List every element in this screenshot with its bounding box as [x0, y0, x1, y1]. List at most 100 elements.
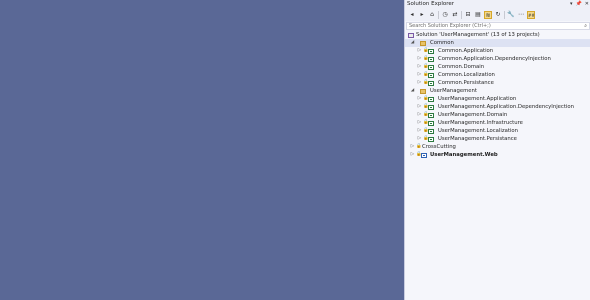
project-label: Common.Application.DependencyInjection: [438, 56, 551, 62]
csharp-project-icon: [428, 48, 434, 54]
folder-icon: [420, 40, 426, 46]
collapsed-arrow-icon[interactable]: ▷: [417, 47, 422, 55]
folder-common[interactable]: ◢ Common: [405, 39, 590, 47]
project-label: UserManagement.Application.DependencyInj…: [438, 104, 574, 110]
folder-crosscutting[interactable]: ▷ 🔒 CrossCutting: [405, 143, 590, 151]
home-icon[interactable]: ⌂: [428, 11, 436, 19]
back-icon[interactable]: ◂: [408, 11, 416, 19]
project-label: UserManagement.Infrastructure: [438, 120, 523, 126]
project-node[interactable]: ▷ 🔒 Common.Domain: [405, 63, 590, 71]
menu-icon[interactable]: ▾: [570, 0, 573, 9]
lock-icon: 🔒: [423, 56, 429, 61]
collapsed-arrow-icon[interactable]: ▷: [417, 79, 422, 87]
toolbar-divider: [461, 11, 462, 19]
project-node[interactable]: ▷ 🔒 Common.Application.DependencyInjecti…: [405, 55, 590, 63]
expanded-arrow-icon[interactable]: ◢: [410, 39, 415, 47]
view-code-icon[interactable]: ⋯: [517, 11, 525, 19]
csharp-project-icon: [428, 72, 434, 78]
collapsed-arrow-icon[interactable]: ▷: [417, 111, 422, 119]
project-node[interactable]: ▷ 🔒 Common.Application: [405, 47, 590, 55]
project-node[interactable]: ▷ 🔒 Common.Persistance: [405, 79, 590, 87]
project-node[interactable]: ▷ 🔒 UserManagement.Infrastructure: [405, 119, 590, 127]
csharp-project-icon: [428, 56, 434, 62]
solution-explorer-panel: Solution Explorer ▾ 📌 ✕ ◂ ▸ ⌂ ◷ ⇄ ⊟ ▤ ≋ …: [404, 0, 590, 300]
panel-title: Solution Explorer: [407, 1, 455, 7]
forward-icon[interactable]: ▸: [418, 11, 426, 19]
project-node[interactable]: ▷ 🔒 UserManagement.Domain: [405, 111, 590, 119]
pending-changes-icon[interactable]: ◷: [441, 11, 449, 19]
project-node[interactable]: ▷ 🔒 UserManagement.Localization: [405, 127, 590, 135]
editor-area: [0, 0, 404, 300]
search-input[interactable]: Search Solution Explorer (Ctrl+;) ⌕: [406, 22, 590, 30]
project-node[interactable]: ▷ 🔒 UserManagement.Application: [405, 95, 590, 103]
collapse-all-icon[interactable]: ⊟: [464, 11, 472, 19]
csharp-project-icon: [428, 112, 434, 118]
csharp-project-icon: [428, 64, 434, 70]
csharp-project-icon: [428, 136, 434, 142]
lock-icon: 🔒: [423, 120, 429, 125]
csharp-project-icon: [428, 96, 434, 102]
folder-label: Common: [430, 40, 454, 46]
startup-project-node[interactable]: ▷ 🔒 UserManagement.Web: [405, 151, 590, 159]
csharp-project-icon: [428, 120, 434, 126]
lock-icon: 🔒: [423, 72, 429, 77]
solution-icon: [408, 32, 414, 38]
collapsed-arrow-icon[interactable]: ▷: [417, 135, 422, 143]
folder-usermanagement[interactable]: ◢ UserManagement: [405, 87, 590, 95]
collapsed-arrow-icon[interactable]: ▷: [417, 95, 422, 103]
close-icon[interactable]: ✕: [585, 0, 589, 9]
project-label: UserManagement.Application: [438, 96, 517, 102]
collapsed-arrow-icon[interactable]: ▷: [417, 119, 422, 127]
collapsed-arrow-icon[interactable]: ▷: [410, 151, 415, 159]
project-label: UserManagement.Localization: [438, 128, 519, 134]
sync-icon[interactable]: ⇄: [451, 11, 459, 19]
filter-icon[interactable]: ≋: [484, 11, 492, 19]
solution-label: Solution 'UserManagement' (13 of 13 proj…: [416, 32, 540, 38]
csharp-project-icon: [428, 80, 434, 86]
lock-icon: 🔒: [423, 112, 429, 117]
lock-icon: 🔒: [423, 136, 429, 141]
show-all-files-icon[interactable]: ▤: [474, 11, 482, 19]
folder-label: UserManagement: [430, 88, 477, 94]
solution-node[interactable]: Solution 'UserManagement' (13 of 13 proj…: [405, 31, 590, 39]
web-project-icon: [421, 152, 427, 158]
folder-icon: [420, 88, 426, 94]
project-label: Common.Persistance: [438, 80, 494, 86]
csharp-project-icon: [428, 128, 434, 134]
lock-icon: 🔒: [423, 48, 429, 53]
project-node[interactable]: ▷ 🔒 UserManagement.Application.Dependenc…: [405, 103, 590, 111]
search-icon[interactable]: ⌕: [584, 23, 587, 30]
collapsed-arrow-icon[interactable]: ▷: [417, 127, 422, 135]
refresh-icon[interactable]: ↻: [494, 11, 502, 19]
toolbar-divider: [438, 11, 439, 19]
lock-icon: 🔒: [423, 104, 429, 109]
lock-icon: 🔒: [423, 80, 429, 85]
panel-titlebar: Solution Explorer ▾ 📌 ✕: [405, 0, 590, 9]
collapsed-arrow-icon[interactable]: ▷: [417, 71, 422, 79]
lock-icon: 🔒: [423, 128, 429, 133]
expanded-arrow-icon[interactable]: ◢: [410, 87, 415, 95]
project-node[interactable]: ▷ 🔒 UserManagement.Persistance: [405, 135, 590, 143]
project-label: Common.Domain: [438, 64, 485, 70]
collapsed-arrow-icon[interactable]: ▷: [410, 143, 415, 151]
preview-icon[interactable]: ##: [527, 11, 535, 19]
project-label: Common.Application: [438, 48, 494, 54]
panel-toolbar: ◂ ▸ ⌂ ◷ ⇄ ⊟ ▤ ≋ ↻ 🔧 ⋯ ##: [405, 9, 590, 21]
properties-icon[interactable]: 🔧: [507, 11, 515, 19]
project-label: UserManagement.Web: [430, 152, 498, 158]
project-label: UserManagement.Persistance: [438, 136, 517, 142]
pin-icon[interactable]: 📌: [576, 0, 582, 9]
csharp-project-icon: [428, 104, 434, 110]
project-label: Common.Localization: [438, 72, 495, 78]
collapsed-arrow-icon[interactable]: ▷: [417, 63, 422, 71]
lock-icon: 🔒: [416, 144, 422, 149]
project-label: UserManagement.Domain: [438, 112, 508, 118]
collapsed-arrow-icon[interactable]: ▷: [417, 103, 422, 111]
collapsed-arrow-icon[interactable]: ▷: [417, 55, 422, 63]
toolbar-divider: [504, 11, 505, 19]
search-placeholder: Search Solution Explorer (Ctrl+;): [409, 23, 491, 29]
solution-tree: Solution 'UserManagement' (13 of 13 proj…: [405, 31, 590, 159]
lock-icon: 🔒: [423, 96, 429, 101]
project-node[interactable]: ▷ 🔒 Common.Localization: [405, 71, 590, 79]
lock-icon: 🔒: [416, 152, 422, 157]
